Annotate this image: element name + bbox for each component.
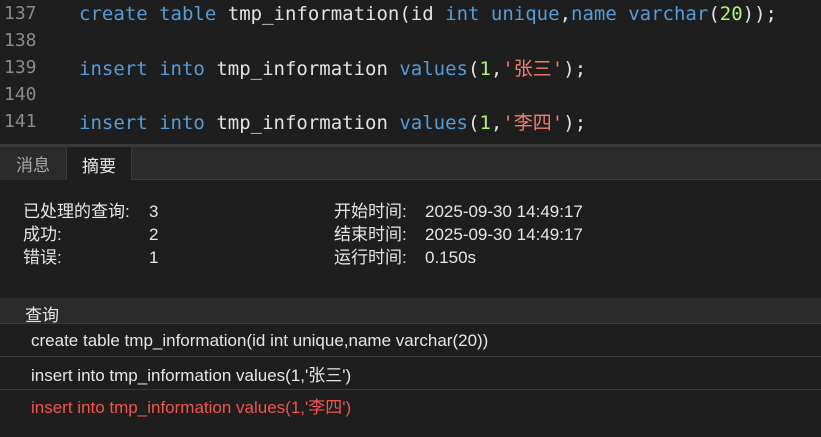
query-list-header: 查询 xyxy=(0,298,821,325)
processed-queries-label: 已处理的查询: xyxy=(23,202,130,221)
code-token: ( xyxy=(468,112,480,134)
query-row-error[interactable]: insert into tmp_information values(1,'李四… xyxy=(0,389,821,421)
end-time-value: 2025-09-30 14:49:17 xyxy=(425,225,583,244)
line-number: 140 xyxy=(4,84,37,105)
result-tabs: 消息 摘要 xyxy=(0,144,821,181)
query-row[interactable]: create table tmp_information(id int uniq… xyxy=(0,325,821,357)
code-token: ); xyxy=(563,58,587,80)
code-token: name xyxy=(571,2,617,25)
tab-summary[interactable]: 摘要 xyxy=(66,147,132,181)
code-token: tmp_information xyxy=(216,112,388,134)
code-token: , xyxy=(490,58,503,80)
error-value: 1 xyxy=(149,248,159,267)
code-token: , xyxy=(559,2,572,25)
processed-queries-value: 3 xyxy=(149,202,159,221)
code-token: 1 xyxy=(479,58,491,80)
code-text[interactable]: create table tmp_information(id int uniq… xyxy=(64,3,777,25)
code-token: into xyxy=(159,58,205,80)
code-text[interactable]: insert into tmp_information values(1,'李四… xyxy=(64,108,586,135)
code-token: insert xyxy=(79,112,148,134)
error-label: 错误: xyxy=(23,248,62,267)
code-line[interactable]: 139 insert into tmp_information values(1… xyxy=(0,54,821,81)
code-token: values xyxy=(399,112,468,134)
code-token: values xyxy=(399,58,468,80)
code-line[interactable]: 140 xyxy=(0,81,821,108)
elapsed-time-label: 运行时间: xyxy=(334,248,407,267)
code-token: , xyxy=(490,112,503,134)
code-token: '李四' xyxy=(502,112,564,134)
code-token: into xyxy=(159,112,205,134)
start-time-value: 2025-09-30 14:49:17 xyxy=(425,202,583,221)
summary-panel: 已处理的查询: 3 成功: 2 错误: 1 开始时间: 2025-09-30 1… xyxy=(0,180,821,298)
code-token: ( xyxy=(468,58,480,80)
code-token: insert xyxy=(79,58,148,80)
code-token: unique xyxy=(490,2,560,25)
end-time-label: 结束时间: xyxy=(334,225,407,244)
elapsed-time-value: 0.150s xyxy=(425,248,477,267)
query-row[interactable]: insert into tmp_information values(1,'张三… xyxy=(0,358,821,390)
code-token: tmp_information xyxy=(216,58,388,80)
code-token: ( xyxy=(399,2,411,25)
line-number: 139 xyxy=(4,57,37,78)
code-token: varchar xyxy=(628,2,709,25)
code-text[interactable]: insert into tmp_information values(1,'张三… xyxy=(64,54,586,81)
code-token: ( xyxy=(708,2,720,25)
tab-messages[interactable]: 消息 xyxy=(0,147,66,180)
sql-editor[interactable]: 137 create table tmp_information(id int … xyxy=(0,0,821,144)
query-column-header: 查询 xyxy=(25,306,59,325)
line-number: 138 xyxy=(4,30,37,51)
code-token: create xyxy=(79,2,148,25)
code-token: int xyxy=(445,2,480,25)
line-number: 137 xyxy=(4,3,37,24)
code-token: 1 xyxy=(479,112,491,134)
code-token: table xyxy=(159,2,217,25)
code-token: )); xyxy=(742,2,777,25)
success-value: 2 xyxy=(149,225,159,244)
code-line[interactable]: 141 insert into tmp_information values(1… xyxy=(0,108,821,135)
code-line[interactable]: 138 xyxy=(0,27,821,54)
code-line[interactable]: 137 create table tmp_information(id int … xyxy=(0,0,821,27)
line-number: 141 xyxy=(4,111,37,132)
query-list: 查询 create table tmp_information(id int u… xyxy=(0,298,821,437)
code-token: tmp_information xyxy=(227,2,400,25)
code-token: id xyxy=(410,2,434,25)
code-token: '张三' xyxy=(502,58,564,80)
code-token: 20 xyxy=(719,2,743,25)
start-time-label: 开始时间: xyxy=(334,202,407,221)
code-token: ); xyxy=(563,112,587,134)
success-label: 成功: xyxy=(23,225,62,244)
